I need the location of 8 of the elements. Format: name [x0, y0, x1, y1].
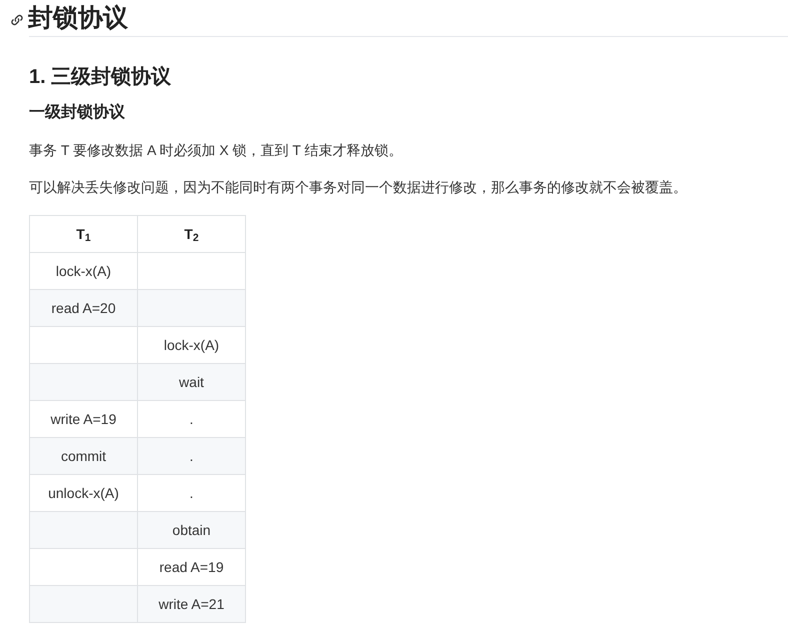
paragraph: 可以解决丢失修改问题，因为不能同时有两个事务对同一个数据进行修改，那么事务的修改就不会被覆盖。 — [29, 178, 688, 197]
table-cell: write A=21 — [138, 586, 246, 622]
section-heading: 1. 三级封锁协议 — [29, 64, 172, 90]
paragraph: 事务 T 要修改数据 A 时必须加 X 锁，直到 T 结束才释放锁。 — [29, 141, 404, 160]
subsection-heading: 一级封锁协议 — [29, 102, 126, 123]
link-icon[interactable] — [9, 12, 25, 28]
page-title: 封锁协议 — [28, 3, 128, 34]
column-header: T$_{1}$ — [30, 216, 138, 252]
